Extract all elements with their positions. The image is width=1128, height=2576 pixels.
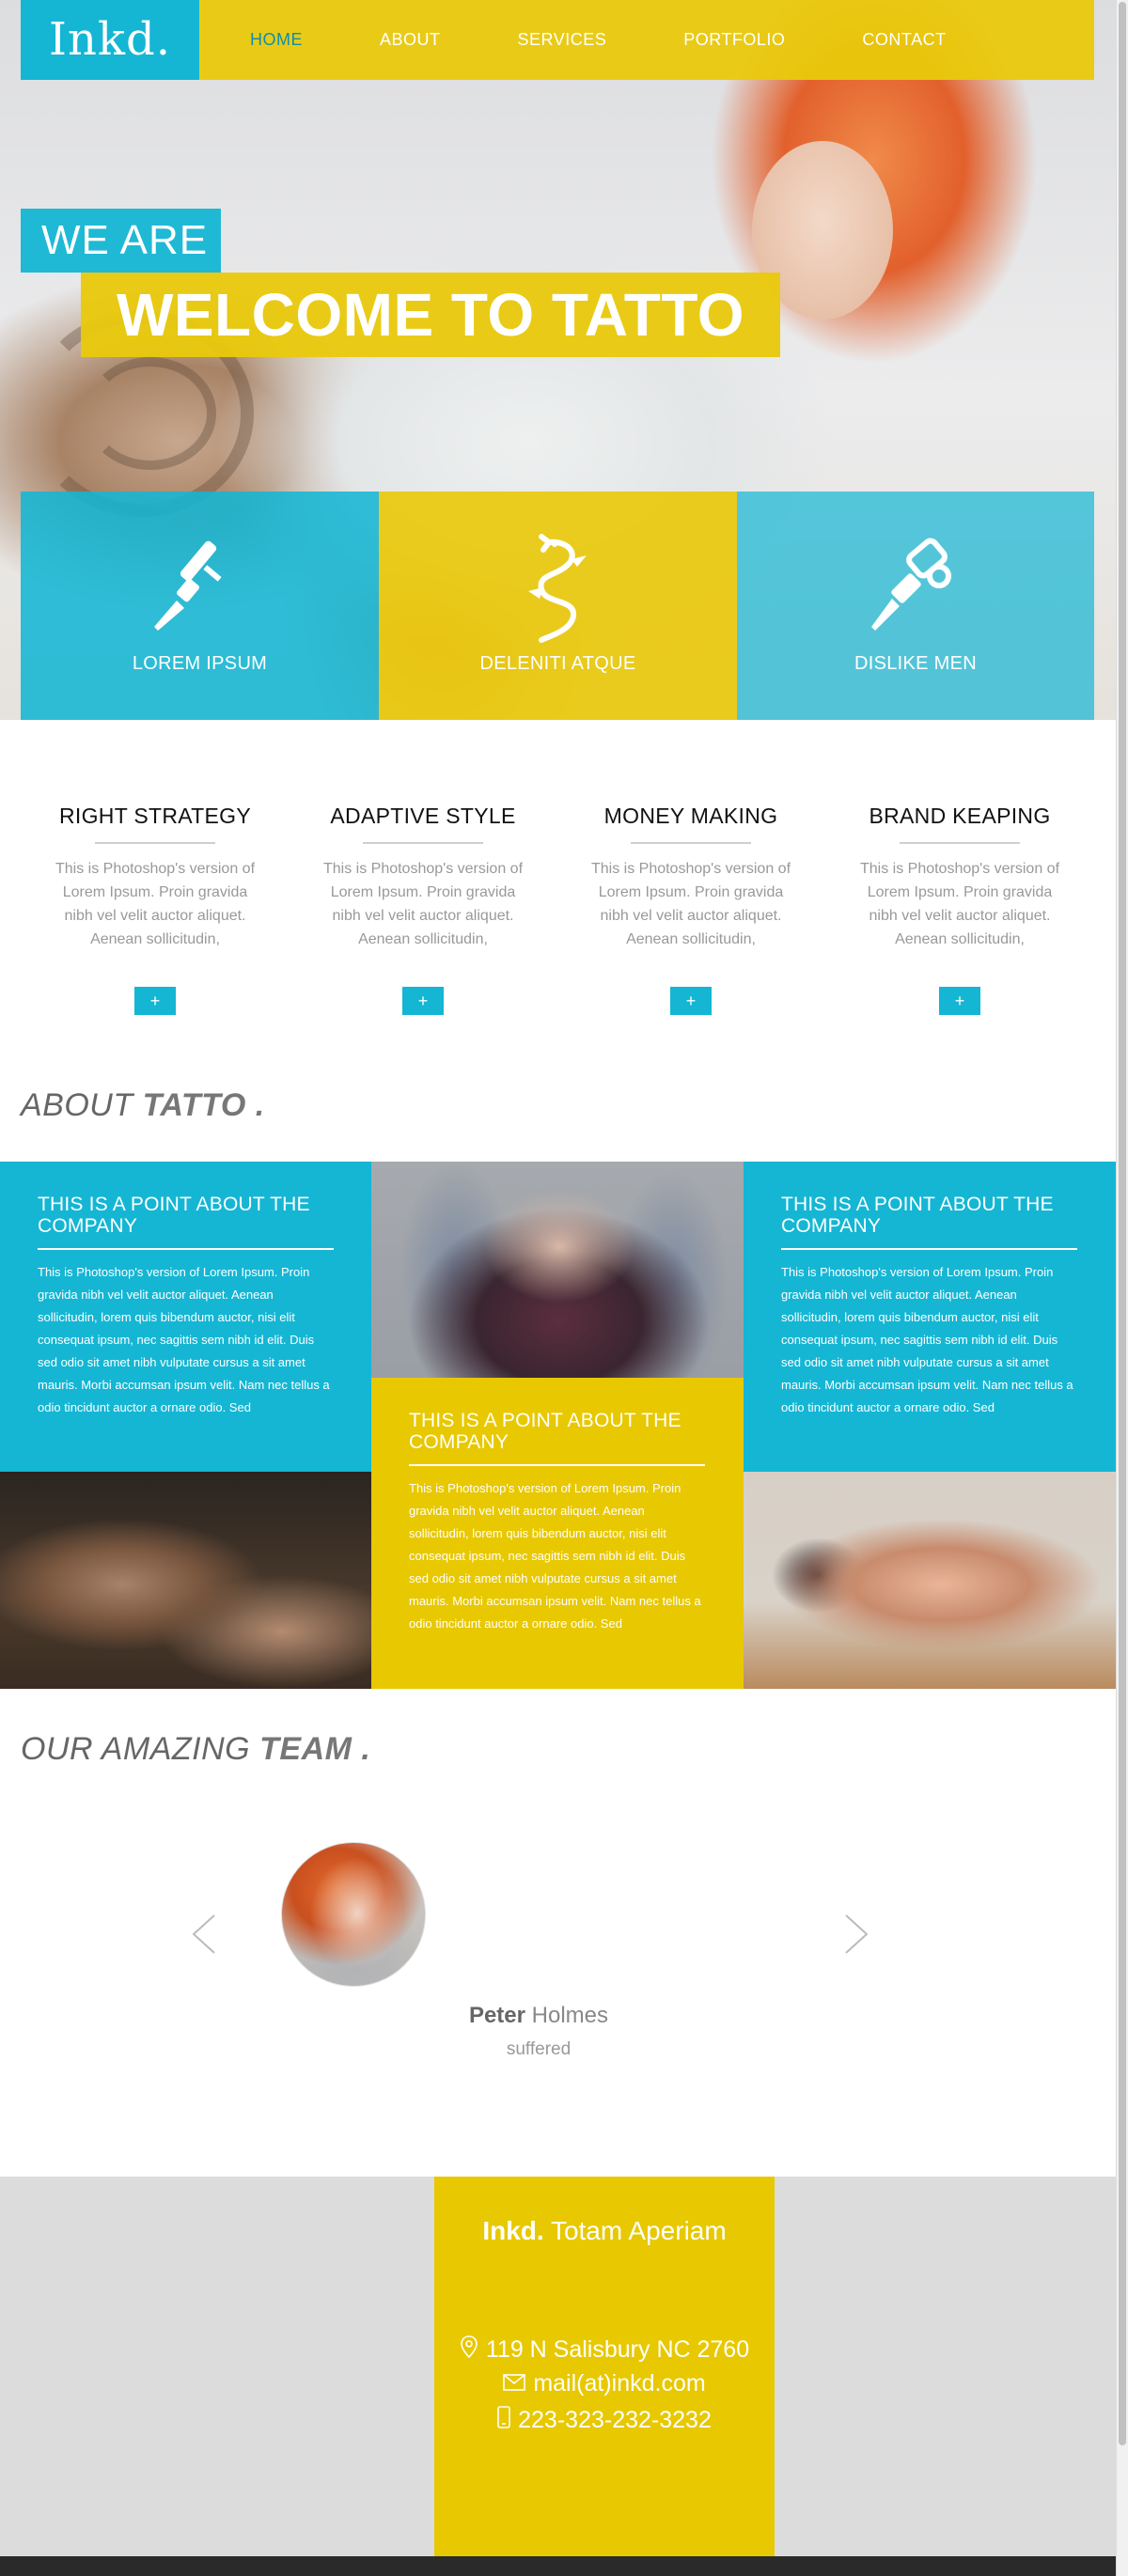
team-member-role: suffered (506, 2039, 572, 2059)
footer-brand: Inkd. (482, 2216, 544, 2245)
team-title-light: OUR AMAZING (21, 1731, 251, 1767)
hero-welcome-title: WELCOME TO TATTO (81, 273, 780, 357)
service-more-button[interactable]: + (134, 987, 176, 1015)
about-point-divider (409, 1464, 705, 1466)
nav-item-home[interactable]: HOME (250, 30, 303, 50)
team-member-last-name: Holmes (531, 2003, 609, 2028)
team-title-bold: TEAM . (259, 1731, 371, 1767)
team-member-name: Peter Holmes (282, 2003, 795, 2029)
tattoo-machine-icon (21, 533, 379, 636)
scrollbar[interactable] (1116, 0, 1128, 2576)
feature-lorem-ipsum[interactable]: LOREM IPSUM (21, 492, 379, 720)
contact-box: Inkd. Totam Aperiam 119 N Salisbury NC 2… (434, 2177, 775, 2556)
hero-we-are: WE ARE (21, 209, 221, 273)
about-point-title: THIS IS A POINT ABOUT THE COMPANY (781, 1194, 1054, 1237)
service-description: This is Photoshop's version of Lorem Ips… (322, 861, 524, 947)
feature-deleniti-atque[interactable]: DELENITI ATQUE (379, 492, 737, 720)
nav-item-about[interactable]: ABOUT (380, 30, 441, 50)
phone-text: 223-323-232-3232 (518, 2407, 712, 2433)
service-title: BRAND KEAPING (869, 804, 1051, 828)
nav-item-contact[interactable]: CONTACT (862, 30, 946, 50)
about-title-light: ABOUT (21, 1087, 133, 1123)
contact-address: 119 N Salisbury NC 2760 (434, 2334, 775, 2365)
footer-tagline: Totam Aperiam (550, 2216, 727, 2245)
about-photo-necklace (371, 1162, 744, 1378)
about-point-card: THIS IS A POINT ABOUT THE COMPANY This i… (0, 1162, 371, 1472)
tattoo-gun-icon (737, 533, 1094, 636)
team-section-title: OUR AMAZING TEAM . (21, 1731, 370, 1768)
about-grid: THIS IS A POINT ABOUT THE COMPANY This i… (0, 1162, 1116, 1689)
phone-icon (497, 2406, 518, 2435)
about-title-bold: TATTO . (142, 1087, 265, 1123)
team-prev-arrow-icon[interactable] (190, 1913, 218, 1955)
dragon-icon (379, 533, 737, 643)
feature-label: DELENITI ATQUE (479, 653, 636, 674)
nav-item-portfolio[interactable]: PORTFOLIO (683, 30, 785, 50)
service-more-button[interactable]: + (402, 987, 444, 1015)
avatar (281, 1842, 426, 1987)
hero-tattoo-decoration (85, 357, 216, 470)
service-title: MONEY MAKING (603, 804, 778, 828)
service-divider (631, 842, 751, 844)
logo[interactable]: Inkd. (21, 0, 199, 80)
service-card: BRAND KEAPING This is Photoshop's versio… (842, 804, 1077, 1015)
feature-label: DISLIKE MEN (854, 653, 977, 674)
footer: Inkd. Totam Aperiam 119 N Salisbury NC 2… (0, 2177, 1116, 2556)
about-point-title: THIS IS A POINT ABOUT THE COMPANY (409, 1410, 682, 1453)
nav-item-services[interactable]: SERVICES (518, 30, 607, 50)
service-description: This is Photoshop's version of Lorem Ips… (859, 861, 1060, 947)
team-member-first-name: Peter (468, 2003, 525, 2028)
service-description: This is Photoshop's version of Lorem Ips… (55, 861, 256, 947)
about-section-title: ABOUT TATTO . (21, 1087, 265, 1124)
feature-dislike-men[interactable]: DISLIKE MEN (737, 492, 1094, 720)
about-point-card: THIS IS A POINT ABOUT THE COMPANY This i… (371, 1378, 744, 1689)
service-more-button[interactable]: + (670, 987, 712, 1015)
envelope-icon (503, 2370, 533, 2397)
about-point-title: THIS IS A POINT ABOUT THE COMPANY (38, 1194, 310, 1237)
service-card: MONEY MAKING This is Photoshop's version… (573, 804, 808, 1015)
service-divider (363, 842, 483, 844)
service-divider (95, 842, 215, 844)
location-pin-icon (460, 2334, 486, 2365)
address-text: 119 N Salisbury NC 2760 (485, 2336, 750, 2363)
about-point-card: THIS IS A POINT ABOUT THE COMPANY This i… (744, 1162, 1116, 1472)
service-card: RIGHT STRATEGY This is Photoshop's versi… (38, 804, 273, 1015)
service-more-button[interactable]: + (939, 987, 980, 1015)
email-text: mail(at)inkd.com (533, 2370, 706, 2396)
about-point-text: This is Photoshop's version of Lorem Ips… (781, 1265, 1073, 1414)
scrollbar-thumb[interactable] (1119, 2, 1126, 2445)
hero-section: Inkd. HOME ABOUT SERVICES PORTFOLIO CONT… (0, 0, 1116, 720)
about-photo-tattooed-model (744, 1472, 1116, 1689)
bottom-bar (0, 2556, 1116, 2576)
contact-title: Inkd. Totam Aperiam (434, 2216, 775, 2246)
main-nav: HOME ABOUT SERVICES PORTFOLIO CONTACT (199, 0, 1094, 80)
feature-label: LOREM IPSUM (132, 653, 268, 674)
service-title: ADAPTIVE STYLE (330, 804, 516, 828)
service-description: This is Photoshop's version of Lorem Ips… (590, 861, 791, 947)
about-point-text: This is Photoshop's version of Lorem Ips… (38, 1265, 330, 1414)
about-photo-henna-feet (0, 1472, 371, 1689)
contact-phone[interactable]: 223-323-232-3232 (434, 2406, 775, 2435)
team-next-arrow-icon[interactable] (842, 1913, 870, 1955)
service-divider (900, 842, 1020, 844)
service-title: RIGHT STRATEGY (59, 804, 251, 828)
contact-email[interactable]: mail(at)inkd.com (434, 2370, 775, 2397)
service-card: ADAPTIVE STYLE This is Photoshop's versi… (306, 804, 540, 1015)
about-point-divider (781, 1248, 1077, 1250)
about-point-divider (38, 1248, 334, 1250)
about-point-text: This is Photoshop's version of Lorem Ips… (409, 1481, 701, 1631)
